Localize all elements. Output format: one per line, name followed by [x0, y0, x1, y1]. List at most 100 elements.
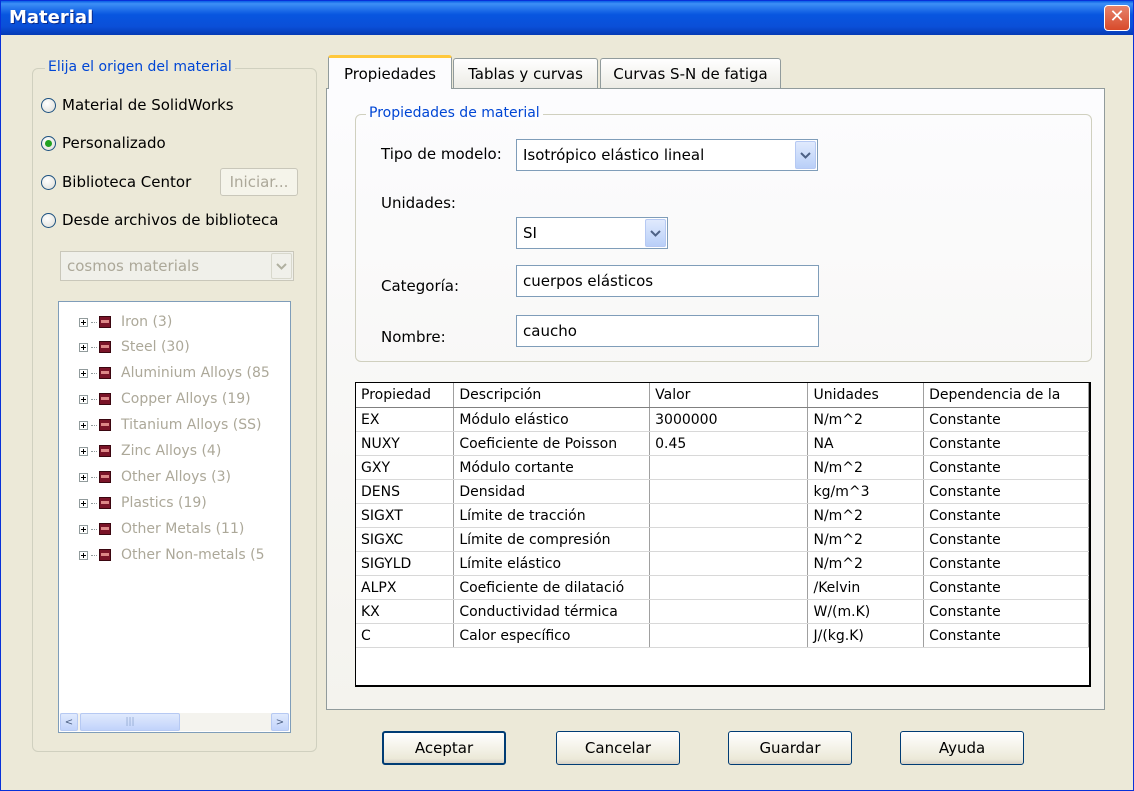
- tree-item-label: Other Non-metals (5: [121, 547, 265, 563]
- name-field[interactable]: caucho: [516, 315, 819, 347]
- expand-icon[interactable]: [79, 317, 88, 327]
- radio-custom[interactable]: Personalizado: [41, 132, 166, 154]
- model-type-combo[interactable]: Isotrópico elástico lineal: [516, 139, 818, 171]
- scroll-thumb[interactable]: |||: [80, 713, 180, 731]
- table-row[interactable]: SIGYLD Límite elástico N/m^2 Constante: [356, 551, 1089, 576]
- radio-label: Biblioteca Centor: [62, 173, 192, 191]
- cancel-button[interactable]: Cancelar: [556, 731, 680, 765]
- radio-button[interactable]: [41, 212, 56, 228]
- cell-value[interactable]: [649, 503, 809, 528]
- radio-button-selected[interactable]: [41, 135, 56, 151]
- column-header-units[interactable]: Unidades: [807, 383, 925, 408]
- cell-dependence[interactable]: Constante: [923, 407, 1089, 432]
- cell-dependence[interactable]: Constante: [923, 599, 1089, 624]
- tab-sn-fatigue-curves[interactable]: Curvas S-N de fatiga: [600, 58, 781, 88]
- cell-dependence[interactable]: Constante: [923, 431, 1089, 456]
- tab-tables-curves[interactable]: Tablas y curvas: [453, 58, 598, 88]
- cell-value[interactable]: [649, 479, 809, 504]
- expand-icon[interactable]: [79, 498, 88, 508]
- help-button[interactable]: Ayuda: [900, 731, 1024, 765]
- table-row[interactable]: C Calor específico J/(kg.K) Constante: [356, 623, 1089, 648]
- radio-button[interactable]: [41, 97, 56, 113]
- cell-dependence[interactable]: Constante: [923, 479, 1089, 504]
- tab-properties[interactable]: Propiedades: [328, 55, 452, 89]
- cell-dependence[interactable]: Constante: [923, 575, 1089, 600]
- cell-value[interactable]: [649, 599, 809, 624]
- tree-item[interactable]: Other Non-metals (5: [79, 545, 265, 565]
- cell-property: SIGXT: [356, 503, 455, 528]
- scroll-right-button[interactable]: >: [271, 713, 289, 731]
- chevron-down-icon[interactable]: [271, 253, 292, 279]
- properties-table[interactable]: Propiedad Descripción Valor Unidades Dep…: [355, 382, 1091, 687]
- cell-dependence[interactable]: Constante: [923, 623, 1089, 648]
- tree-item-label: Zinc Alloys (4): [121, 443, 222, 459]
- expand-icon[interactable]: [79, 550, 88, 560]
- table-row[interactable]: EX Módulo elástico 3000000 N/m^2 Constante: [356, 407, 1089, 432]
- cell-value[interactable]: [649, 575, 809, 600]
- cell-property: NUXY: [356, 431, 455, 456]
- cell-value[interactable]: [649, 455, 809, 480]
- scroll-left-button[interactable]: <: [60, 713, 78, 731]
- tree-item[interactable]: Iron (3): [79, 312, 172, 332]
- tree-item[interactable]: Other Alloys (3): [79, 467, 231, 487]
- column-header-description[interactable]: Descripción: [453, 383, 651, 408]
- radio-library-files[interactable]: Desde archivos de biblioteca: [41, 209, 279, 231]
- chevron-down-icon[interactable]: [645, 219, 666, 247]
- expand-icon[interactable]: [79, 472, 88, 482]
- tree-item-label: Plastics (19): [121, 495, 207, 511]
- expand-icon[interactable]: [79, 524, 88, 534]
- column-header-dependence[interactable]: Dependencia de la: [923, 383, 1089, 408]
- tree-connector: [91, 321, 97, 323]
- cell-dependence[interactable]: Constante: [923, 503, 1089, 528]
- column-header-value[interactable]: Valor: [649, 383, 809, 408]
- cell-units: W/(m.K): [807, 599, 925, 624]
- cell-property: ALPX: [356, 575, 455, 600]
- material-tree[interactable]: Iron (3) Steel (30) Aluminium Alloys (85…: [58, 301, 291, 733]
- close-button[interactable]: ✕: [1104, 5, 1130, 31]
- cell-value[interactable]: 3000000: [649, 407, 809, 432]
- library-combo[interactable]: cosmos materials: [60, 251, 294, 281]
- expand-icon[interactable]: [79, 368, 88, 378]
- category-field[interactable]: cuerpos elásticos: [516, 265, 819, 297]
- tree-item[interactable]: Plastics (19): [79, 493, 207, 513]
- expand-icon[interactable]: [79, 342, 88, 352]
- table-row[interactable]: ALPX Coeficiente de dilatació/Kelvin Const…: [356, 575, 1089, 600]
- units-combo[interactable]: SI: [516, 217, 668, 249]
- library-book-icon: [99, 471, 111, 483]
- horizontal-scrollbar[interactable]: < ||| >: [60, 713, 289, 731]
- radio-centor-library[interactable]: Biblioteca Centor: [41, 171, 191, 193]
- ok-button[interactable]: Aceptar: [382, 731, 506, 765]
- save-button[interactable]: Guardar: [728, 731, 852, 765]
- table-row[interactable]: SIGXC Límite de compresión N/m^2 Constante: [356, 527, 1089, 552]
- expand-icon[interactable]: [79, 446, 88, 456]
- tree-item[interactable]: Zinc Alloys (4): [79, 441, 221, 461]
- table-row[interactable]: NUXY Coeficiente de Poisson 0.45 NA Constant…: [356, 431, 1089, 456]
- title-bar[interactable]: Material ✕: [1, 1, 1133, 35]
- cell-value[interactable]: [649, 527, 809, 552]
- expand-icon[interactable]: [79, 394, 88, 404]
- start-button[interactable]: Iniciar...: [220, 168, 298, 196]
- chevron-down-icon[interactable]: [795, 141, 816, 169]
- cell-value[interactable]: 0.45: [649, 431, 809, 456]
- cell-property: SIGYLD: [356, 551, 455, 576]
- tree-item[interactable]: Aluminium Alloys (85: [79, 363, 270, 383]
- table-row[interactable]: SIGXT Límite de tracción N/m^2 Constante: [356, 503, 1089, 528]
- tree-item[interactable]: Other Metals (11): [79, 519, 244, 539]
- radio-button[interactable]: [41, 174, 56, 190]
- grip-icon: |||: [125, 717, 135, 727]
- cell-dependence[interactable]: Constante: [923, 551, 1089, 576]
- radio-solidworks[interactable]: Material de SolidWorks: [41, 94, 234, 116]
- table-row[interactable]: GXY Módulo cortante N/m^2 Constante: [356, 455, 1089, 480]
- tree-item[interactable]: Steel (30): [79, 337, 190, 357]
- cell-value[interactable]: [649, 551, 809, 576]
- cell-value[interactable]: [649, 623, 809, 648]
- cell-dependence[interactable]: Constante: [923, 455, 1089, 480]
- tree-item[interactable]: Titanium Alloys (SS): [79, 415, 261, 435]
- table-row[interactable]: DENS Densidad kg/m^3 Constante: [356, 479, 1089, 504]
- tree-item[interactable]: Copper Alloys (19): [79, 389, 251, 409]
- library-book-icon: [99, 419, 111, 431]
- column-header-property[interactable]: Propiedad: [356, 383, 455, 408]
- table-row[interactable]: KX Conductividad térmica W/(m.K) Constante: [356, 599, 1089, 624]
- expand-icon[interactable]: [79, 420, 88, 430]
- cell-dependence[interactable]: Constante: [923, 527, 1089, 552]
